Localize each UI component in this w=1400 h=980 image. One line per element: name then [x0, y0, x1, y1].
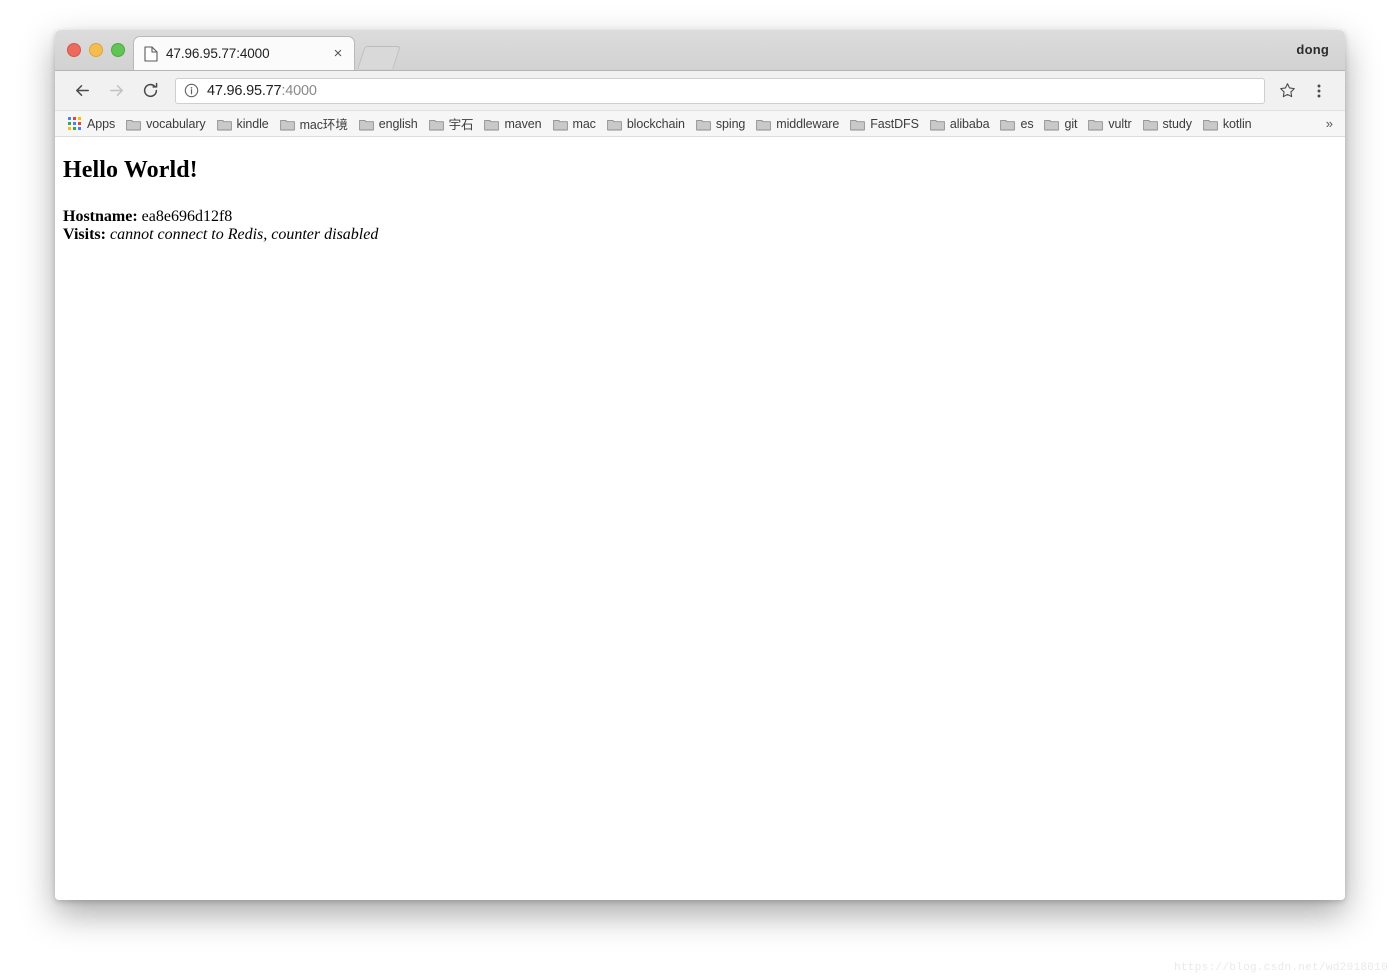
bookmark-label: sping: [715, 116, 746, 131]
page-icon: [144, 45, 158, 62]
bookmark-label: middleware: [776, 116, 840, 131]
bookmark-label: vocabulary: [146, 116, 206, 131]
bookmark-label: FastDFS: [870, 116, 919, 131]
screen: 47.96.95.77:4000 × dong 47.96.95.77:4000…: [0, 0, 1400, 980]
bookmark-label: study: [1162, 116, 1192, 131]
bookmark-item-vocabulary[interactable]: vocabulary: [121, 114, 210, 134]
folder-icon: [552, 118, 568, 130]
folder-icon: [1088, 118, 1104, 130]
page-body: Hostname: ea8e696d12f8 Visits: cannot co…: [63, 208, 1345, 244]
folder-icon: [1203, 118, 1218, 130]
bookmarks-overflow-button[interactable]: »: [1322, 114, 1337, 134]
bookmark-label: 宇石: [448, 118, 474, 132]
bookmark-item-kotlin[interactable]: kotlin: [1198, 114, 1257, 134]
bookmark-label: es: [1020, 116, 1034, 131]
bookmark-item-middleware[interactable]: middleware: [751, 114, 844, 134]
url-text: 47.96.95.77:4000: [207, 83, 317, 99]
browser-menu-button[interactable]: [1305, 77, 1333, 105]
bookmark-apps[interactable]: Apps: [63, 114, 120, 134]
new-tab-button[interactable]: [357, 46, 401, 69]
url-port: :4000: [281, 82, 317, 99]
folder-icon: [1000, 118, 1016, 130]
bookmark-star-icon[interactable]: [1273, 77, 1301, 105]
url-host: 47.96.95.77: [207, 82, 282, 99]
watermark: https://blog.csdn.net/wd2018010: [1174, 962, 1388, 974]
bookmark-label: git: [1064, 116, 1078, 131]
bookmark-label: maven: [504, 116, 542, 131]
browser-toolbar: 47.96.95.77:4000: [55, 71, 1345, 111]
folder-icon: [358, 118, 374, 130]
bookmark-item-kindle[interactable]: kindle: [212, 114, 274, 134]
reload-button[interactable]: [135, 76, 165, 106]
folder-icon: [484, 118, 500, 130]
folder-icon: [428, 118, 444, 130]
bookmark-label: mac环境: [299, 118, 348, 132]
back-button[interactable]: [67, 76, 97, 106]
tab-title: 47.96.95.77:4000: [166, 46, 270, 61]
bookmark-item-vultr[interactable]: vultr: [1083, 114, 1136, 134]
bookmark-label: alibaba: [949, 116, 990, 131]
bookmark-item-mac-huanjing[interactable]: mac环境: [275, 114, 353, 134]
hostname-label: Hostname:: [63, 208, 138, 225]
tab-strip: 47.96.95.77:4000 × dong: [55, 30, 1345, 71]
apps-grid-icon: [68, 117, 81, 130]
folder-icon: [606, 118, 622, 130]
close-tab-button[interactable]: ×: [330, 46, 346, 62]
bookmark-label: vultr: [1108, 116, 1132, 131]
bookmark-item-english[interactable]: english: [354, 114, 423, 134]
close-window-button[interactable]: [67, 43, 81, 57]
bookmark-item-study[interactable]: study: [1138, 114, 1197, 134]
bookmark-item-git[interactable]: git: [1039, 114, 1082, 134]
folder-icon: [1142, 118, 1158, 130]
visits-value: cannot connect to Redis, counter disable…: [109, 226, 379, 243]
address-bar[interactable]: 47.96.95.77:4000: [175, 77, 1265, 104]
info-circle-icon[interactable]: [184, 83, 199, 98]
folder-icon: [1044, 118, 1060, 130]
bookmark-label: english: [378, 116, 418, 131]
page-title: Hello World!: [63, 157, 198, 183]
minimize-window-button[interactable]: [89, 43, 103, 57]
hostname-value: ea8e696d12f8: [141, 208, 233, 225]
window-controls: [67, 43, 125, 57]
browser-window: 47.96.95.77:4000 × dong 47.96.95.77:4000…: [55, 30, 1345, 900]
bookmark-item-sping[interactable]: sping: [691, 114, 750, 134]
bookmark-item-mac[interactable]: mac: [548, 114, 601, 134]
bookmark-item-maven[interactable]: maven: [479, 114, 546, 134]
maximize-window-button[interactable]: [111, 43, 125, 57]
folder-icon: [279, 118, 295, 130]
browser-tab[interactable]: 47.96.95.77:4000 ×: [133, 36, 355, 70]
bookmark-item-es[interactable]: es: [995, 114, 1038, 134]
bookmark-apps-label: Apps: [87, 116, 116, 131]
folder-icon: [756, 118, 772, 130]
folder-icon: [696, 118, 711, 130]
bookmark-item-yushi[interactable]: 宇石: [424, 114, 479, 134]
folder-icon: [126, 118, 141, 130]
profile-name[interactable]: dong: [1296, 42, 1329, 57]
visits-label: Visits:: [63, 226, 106, 243]
bookmark-item-fastdfs[interactable]: FastDFS: [845, 114, 924, 134]
bookmark-label: kotlin: [1222, 116, 1252, 131]
folder-icon: [929, 118, 945, 130]
bookmarks-bar: Apps vocabulary kindle mac环境 english 宇石 …: [55, 111, 1345, 137]
bookmark-label: blockchain: [626, 116, 685, 131]
page-viewport: Hello World! Hostname: ea8e696d12f8 Visi…: [55, 137, 1345, 899]
forward-button[interactable]: [101, 76, 131, 106]
bookmark-label: kindle: [236, 116, 269, 131]
bookmark-item-blockchain[interactable]: blockchain: [602, 114, 690, 134]
bookmark-item-alibaba[interactable]: alibaba: [925, 114, 995, 134]
folder-icon: [216, 118, 232, 130]
folder-icon: [850, 118, 866, 130]
bookmark-label: mac: [572, 116, 596, 131]
